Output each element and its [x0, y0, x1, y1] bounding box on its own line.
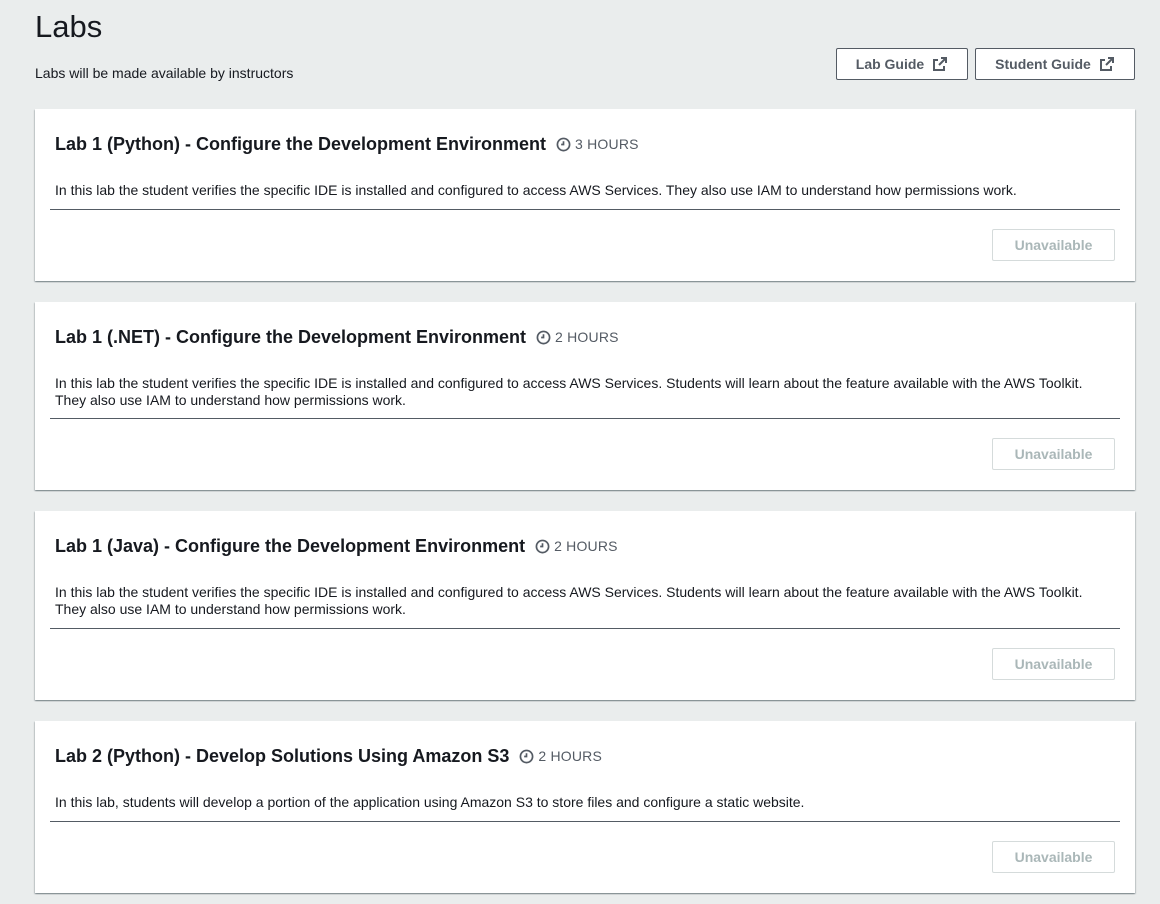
lab-title: Lab 1 (Java) - Configure the Development…: [55, 536, 526, 556]
lab-duration: 2 HOURS: [536, 329, 619, 345]
card-divider: [50, 418, 1120, 419]
student-guide-label: Student Guide: [995, 56, 1091, 72]
lab-duration: 3 HOURS: [556, 136, 639, 152]
lab-description: In this lab, students will develop a por…: [55, 794, 805, 810]
card-divider: [50, 821, 1120, 822]
unavailable-button[interactable]: Unavailable: [992, 229, 1115, 261]
lab-card-header: Lab 1 (.NET) - Configure the Development…: [55, 325, 619, 349]
lab-description: In this lab the student verifies the spe…: [55, 375, 1083, 408]
card-divider: [50, 209, 1120, 210]
lab-duration: 2 HOURS: [535, 538, 618, 554]
unavailable-button[interactable]: Unavailable: [992, 841, 1115, 873]
unavailable-button[interactable]: Unavailable: [992, 438, 1115, 470]
lab-card: Lab 1 (Python) - Configure the Developme…: [35, 109, 1135, 281]
clock-icon: [519, 749, 534, 764]
lab-duration: 2 HOURS: [519, 748, 602, 764]
lab-guide-label: Lab Guide: [855, 56, 925, 72]
lab-card: Lab 2 (Python) - Develop Solutions Using…: [35, 721, 1135, 893]
external-link-icon: [932, 56, 948, 72]
lab-description: In this lab the student verifies the spe…: [55, 584, 1083, 617]
lab-duration-text: 2 HOURS: [555, 329, 619, 345]
page-title: Labs: [35, 9, 103, 44]
lab-description: In this lab the student verifies the spe…: [55, 182, 1017, 198]
lab-duration-text: 2 HOURS: [538, 748, 603, 764]
lab-card: Lab 1 (Java) - Configure the Development…: [35, 511, 1135, 700]
unavailable-button[interactable]: Unavailable: [992, 648, 1115, 680]
lab-card-header: Lab 1 (Python) - Configure the Developme…: [55, 132, 639, 156]
labs-page: Labs Labs will be made available by inst…: [0, 0, 1160, 904]
clock-icon: [556, 137, 571, 152]
clock-icon: [536, 330, 551, 345]
page-subtitle: Labs will be made available by instructo…: [35, 65, 294, 81]
lab-duration-text: 3 HOURS: [575, 136, 639, 152]
lab-title: Lab 2 (Python) - Develop Solutions Using…: [55, 746, 510, 766]
lab-card-header: Lab 1 (Java) - Configure the Development…: [55, 534, 618, 558]
lab-guide-button[interactable]: Lab Guide: [836, 48, 968, 80]
external-link-icon: [1099, 56, 1115, 72]
lab-card-header: Lab 2 (Python) - Develop Solutions Using…: [55, 744, 602, 768]
lab-title: Lab 1 (.NET) - Configure the Development…: [55, 327, 527, 347]
lab-title: Lab 1 (Python) - Configure the Developme…: [55, 134, 547, 154]
lab-duration-text: 2 HOURS: [554, 538, 618, 554]
student-guide-button[interactable]: Student Guide: [975, 48, 1135, 80]
clock-icon: [535, 539, 550, 554]
lab-card: Lab 1 (.NET) - Configure the Development…: [35, 302, 1135, 490]
card-divider: [50, 628, 1120, 629]
